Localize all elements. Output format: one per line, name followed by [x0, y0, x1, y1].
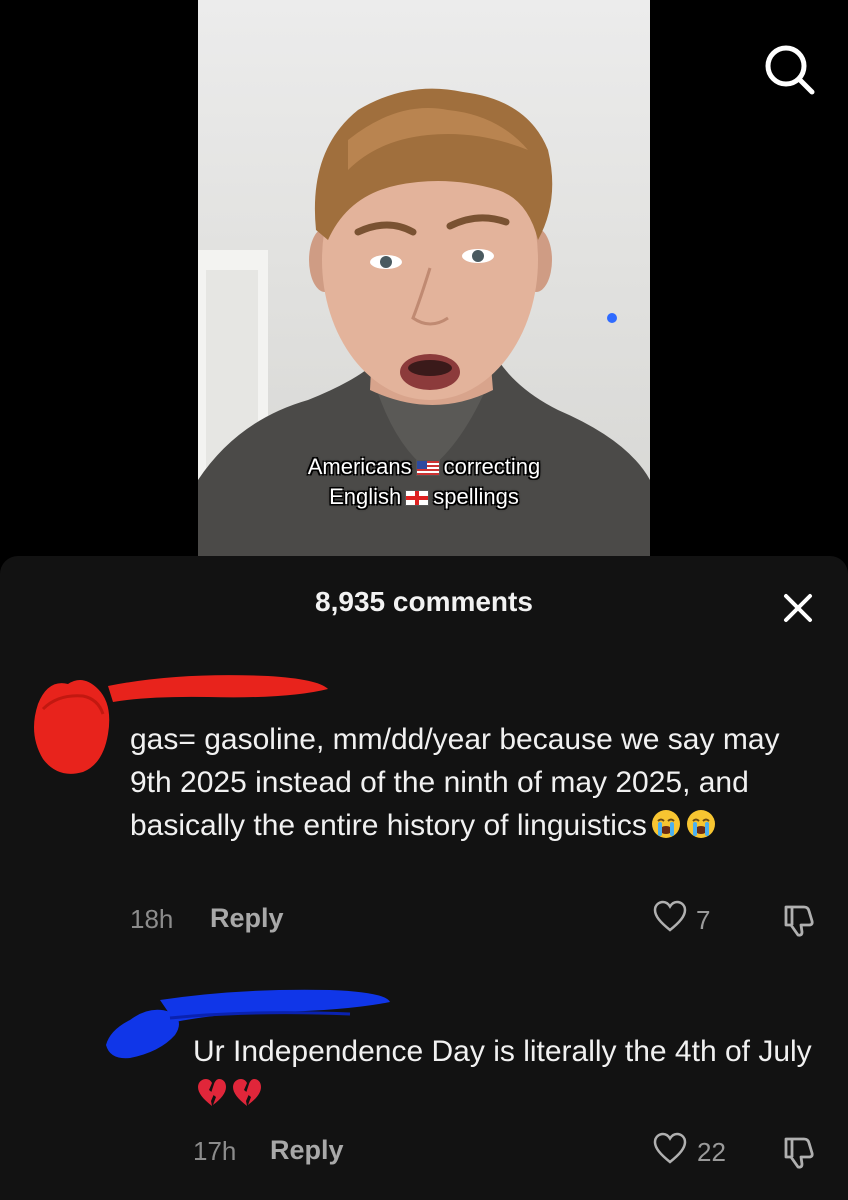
search-button[interactable] — [756, 38, 820, 102]
dislike-button-1[interactable] — [780, 899, 820, 944]
close-button[interactable] — [780, 590, 816, 626]
like-count-2: 22 — [697, 1137, 726, 1167]
thumbs-down-icon — [784, 1137, 814, 1169]
caption-word-english: English — [329, 484, 402, 509]
thumbs-down-icon — [784, 905, 814, 937]
broken-heart-icon — [233, 1079, 261, 1106]
reply-button-2[interactable]: Reply — [270, 1135, 344, 1166]
comment-body-2: Ur Independence Day is literally the 4th… — [193, 1035, 812, 1068]
comments-count: 8,935 comments — [315, 586, 533, 617]
caption-word-spellings: spellings — [433, 484, 519, 509]
comment-text-1: gas= gasoline, mm/dd/year because we say… — [130, 718, 820, 847]
like-count-1: 7 — [696, 905, 711, 935]
loudly-crying-face-icon — [651, 810, 680, 838]
like-button-1[interactable] — [652, 899, 688, 933]
video-caption-line-2: English spellings — [198, 484, 650, 510]
us-flag-icon — [415, 460, 440, 477]
heart-icon — [653, 900, 687, 932]
heart-icon — [653, 1132, 687, 1164]
comment-timestamp-2: 17h — [193, 1136, 237, 1166]
loudly-crying-face-icon — [686, 810, 715, 838]
comment-body-1: gas= gasoline, mm/dd/year because we say… — [130, 723, 780, 842]
video-player[interactable]: Americans correcting English spellings — [198, 0, 650, 556]
reply-button-1[interactable]: Reply — [210, 903, 284, 934]
close-icon — [784, 594, 812, 622]
caption-word-correcting: correcting — [443, 454, 541, 479]
caption-word-americans: Americans — [307, 454, 412, 479]
comment-text-2: Ur Independence Day is literally the 4th… — [193, 1030, 813, 1116]
comments-panel: 8,935 comments gas= gasoline, mm/dd/year… — [0, 556, 848, 1200]
england-flag-icon — [405, 490, 430, 507]
broken-heart-icon — [198, 1079, 226, 1106]
search-icon — [765, 45, 815, 95]
like-button-2[interactable] — [652, 1131, 688, 1165]
video-caption-line-1: Americans correcting — [198, 454, 650, 480]
comment-timestamp-1: 18h — [130, 904, 174, 934]
dislike-button-2[interactable] — [780, 1131, 820, 1176]
